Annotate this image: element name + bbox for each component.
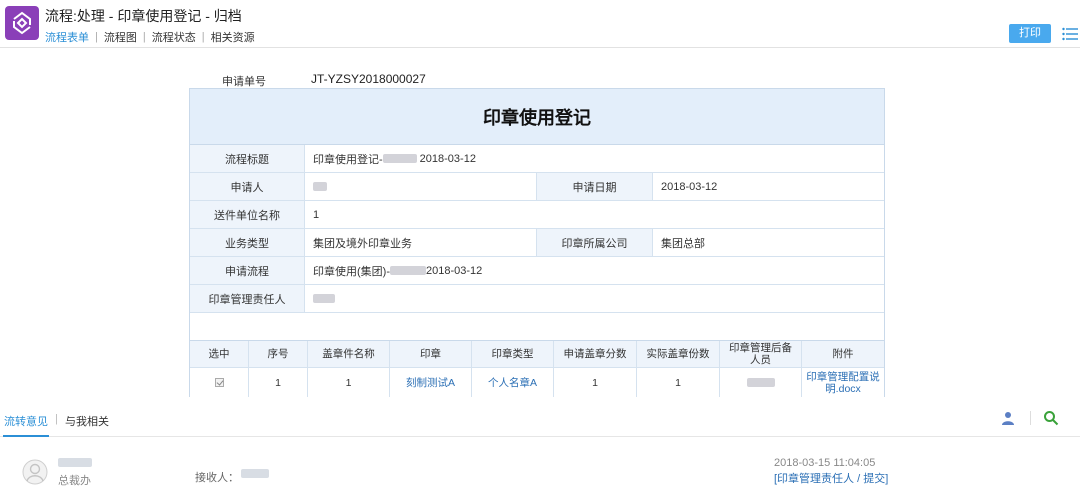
table-header-row: 选中 序号 盖章件名称 印章 印章类型 申请盖章分数 实际盖章份数 印章管理后备… xyxy=(190,340,884,368)
applicant-value xyxy=(305,173,537,200)
apply-process-prefix: 印章使用(集团)- xyxy=(313,265,390,278)
form-row-process-title: 流程标题 印章使用登记- 2018-03-12 xyxy=(190,145,884,173)
tab-separator: | xyxy=(201,31,205,43)
header-select: 选中 xyxy=(190,341,249,367)
comment-timestamp: 2018-03-15 11:04:05 xyxy=(774,457,876,469)
header-requested-copies: 申请盖章分数 xyxy=(554,341,637,367)
table-row: 1 1 刻制测试A 个人名章A 1 1 印章管理配置说明.docx xyxy=(190,368,884,397)
redacted-name xyxy=(390,266,426,275)
toolbar-divider xyxy=(1030,411,1031,425)
process-title-label: 流程标题 xyxy=(190,145,305,172)
row-checkbox[interactable] xyxy=(214,378,224,387)
commenter-avatar-icon xyxy=(22,459,48,485)
comment-tabs: 流转意见 | 与我相关 xyxy=(0,405,1080,437)
tab-process-form[interactable]: 流程表单 xyxy=(45,29,89,45)
process-title-value: 印章使用登记- 2018-03-12 xyxy=(305,145,884,172)
receiver-label: 接收人： xyxy=(195,472,239,484)
active-tab-underline xyxy=(3,435,49,437)
seal-manager-value xyxy=(305,285,884,312)
application-no-label: 申请单号 xyxy=(222,76,266,88)
seal-company-label: 印章所属公司 xyxy=(537,229,653,256)
form-title: 印章使用登记 xyxy=(190,89,884,145)
business-type-value: 集团及境外印章业务 xyxy=(305,229,537,256)
process-title-date: 2018-03-12 xyxy=(419,152,476,165)
redacted-backup-staff xyxy=(746,378,775,387)
redacted-manager xyxy=(313,294,335,303)
process-title-prefix: 印章使用登记- xyxy=(313,153,383,166)
tab-separator: | xyxy=(142,31,146,43)
row-backup-staff xyxy=(720,368,802,397)
tab-related-resources[interactable]: 相关资源 xyxy=(211,29,255,45)
commenter-dept: 总裁办 xyxy=(58,475,91,487)
tab-circulation-comments[interactable]: 流转意见 xyxy=(4,413,48,429)
row-doc-name: 1 xyxy=(308,368,390,397)
apply-process-date: 2018-03-12 xyxy=(426,264,483,277)
applicant-label: 申请人 xyxy=(190,173,305,200)
apply-date-label: 申请日期 xyxy=(537,173,653,200)
recipient-count-value: 1 xyxy=(305,201,884,228)
form-row-applicant: 申请人 申请日期 2018-03-12 xyxy=(190,173,884,201)
app-logo-icon xyxy=(5,6,39,40)
recipient-count-label: 送件单位名称 xyxy=(190,201,305,228)
header-actual-copies: 实际盖章份数 xyxy=(637,341,720,367)
apply-date-value: 2018-03-12 xyxy=(653,173,884,200)
row-seal[interactable]: 刻制测试A xyxy=(390,368,472,397)
print-button[interactable]: 打印 xyxy=(1009,24,1051,43)
form-row-apply-process: 申请流程 印章使用(集团)- 2018-03-12 xyxy=(190,257,884,285)
apply-process-value[interactable]: 印章使用(集团)- 2018-03-12 xyxy=(305,257,884,284)
header-seal-type: 印章类型 xyxy=(472,341,554,367)
tab-process-diagram[interactable]: 流程图 xyxy=(104,29,137,45)
form-row-recipient: 送件单位名称 1 xyxy=(190,201,884,229)
row-actual-copies: 1 xyxy=(637,368,720,397)
row-attachment-link[interactable]: 印章管理配置说明.docx xyxy=(802,368,884,397)
redacted-name xyxy=(382,154,417,163)
form-row-seal-manager: 印章管理责任人 xyxy=(190,285,884,313)
row-seal-type[interactable]: 个人名章A xyxy=(472,368,554,397)
row-requested-copies: 1 xyxy=(554,368,637,397)
header-backup-staff: 印章管理后备人员 xyxy=(720,341,802,367)
tab-separator: | xyxy=(95,31,98,43)
header-index: 序号 xyxy=(249,341,308,367)
form-row-business-type: 业务类型 集团及境外印章业务 印章所属公司 集团总部 xyxy=(190,229,884,257)
seal-company-value: 集团总部 xyxy=(653,229,884,256)
seal-manager-label: 印章管理责任人 xyxy=(190,285,305,312)
apply-process-label: 申请流程 xyxy=(190,257,305,284)
header-bar: 流程:处理 - 印章使用登记 - 归档 流程表单 | 流程图 | 流程状态 | … xyxy=(0,0,1080,48)
page-title: 流程:处理 - 印章使用登记 - 归档 xyxy=(45,8,242,24)
header-seal: 印章 xyxy=(390,341,472,367)
person-icon[interactable] xyxy=(1001,411,1015,425)
tab-process-status[interactable]: 流程状态 xyxy=(152,29,196,45)
search-icon[interactable] xyxy=(1043,410,1059,426)
redacted-commenter xyxy=(58,458,92,467)
top-tabs: 流程表单 | 流程图 | 流程状态 | 相关资源 xyxy=(45,29,255,45)
tab-separator: | xyxy=(55,413,58,425)
header-doc-name: 盖章件名称 xyxy=(308,341,390,367)
seal-usage-form: 印章使用登记 流程标题 印章使用登记- 2018-03-12 申请人 申请日期 … xyxy=(189,88,885,397)
redacted-receiver xyxy=(241,469,269,478)
form-row-empty xyxy=(190,313,884,340)
header-attachment: 附件 xyxy=(832,348,854,360)
seal-detail-table: 选中 序号 盖章件名称 印章 印章类型 申请盖章分数 实际盖章份数 印章管理后备… xyxy=(190,340,884,397)
tab-related-to-me[interactable]: 与我相关 xyxy=(65,413,109,429)
row-index: 1 xyxy=(249,368,308,397)
redacted-applicant xyxy=(313,182,327,191)
list-menu-icon[interactable] xyxy=(1062,27,1078,41)
row-select-cell xyxy=(190,368,249,397)
application-no-value: JT-YZSY2018000027 xyxy=(311,72,426,86)
comment-action-link[interactable]: [印章管理责任人 / 提交] xyxy=(774,470,888,486)
business-type-label: 业务类型 xyxy=(190,229,305,256)
